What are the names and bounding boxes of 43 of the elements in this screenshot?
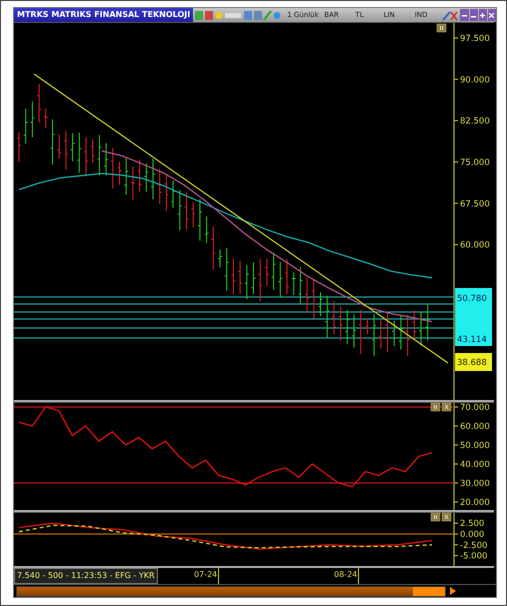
date-label: 08-24 bbox=[334, 570, 358, 579]
minimize-button[interactable] bbox=[460, 9, 469, 21]
level-label: 43.114 bbox=[457, 335, 487, 345]
date-tick bbox=[218, 568, 219, 584]
axis-label: 70.000 bbox=[460, 403, 490, 413]
axis-label: 0.000 bbox=[460, 530, 484, 540]
axis-label: 20.000 bbox=[460, 498, 490, 508]
pause-button[interactable] bbox=[430, 512, 440, 522]
axis-label: 60.000 bbox=[460, 422, 490, 432]
axis-label: 40.000 bbox=[460, 460, 490, 470]
pause-button[interactable] bbox=[430, 402, 440, 412]
pause-button[interactable] bbox=[436, 24, 446, 32]
close-icon bbox=[489, 12, 494, 18]
axis-label: 2.500 bbox=[460, 519, 484, 530]
axis-label: 82.500 bbox=[460, 116, 490, 127]
last-price-label: 38.688 bbox=[457, 358, 487, 368]
price-level-panel bbox=[455, 288, 492, 346]
close-button[interactable] bbox=[442, 512, 452, 522]
toolbar-icons-drawing[interactable] bbox=[195, 10, 284, 20]
arrow-icon[interactable] bbox=[450, 587, 456, 595]
axis-label: 60.000 bbox=[460, 240, 490, 251]
status-text: 7.540 - 500 - 11:23:53 - EFG - YKR bbox=[14, 568, 158, 584]
axis-label: 50.000 bbox=[460, 441, 490, 451]
close-button[interactable] bbox=[442, 402, 452, 412]
date-tick bbox=[358, 568, 359, 584]
axis-label: 67.500 bbox=[460, 199, 490, 210]
window-title: MTRKS MATRIKS FINANSAL TEKNOLOJI bbox=[14, 8, 194, 22]
axis-label: -2.500 bbox=[460, 540, 488, 551]
axis-label: -5.000 bbox=[460, 552, 488, 562]
date-label: 07-24 bbox=[194, 570, 218, 579]
last-price-panel bbox=[455, 353, 492, 371]
axis-label: 90.000 bbox=[460, 75, 490, 86]
scrollbar-track[interactable] bbox=[16, 586, 446, 596]
axis-label: 75.000 bbox=[460, 158, 490, 168]
minimize-icon bbox=[462, 12, 467, 18]
maximize-button[interactable] bbox=[478, 9, 487, 21]
restore-button[interactable] bbox=[470, 9, 478, 21]
axis-label: 30.000 bbox=[460, 479, 490, 489]
plus-icon bbox=[480, 12, 486, 18]
axis-label: 97.500 bbox=[460, 34, 490, 44]
close-button[interactable] bbox=[488, 9, 496, 21]
scrollbar-thumb[interactable] bbox=[413, 586, 445, 596]
level-label: 50.780 bbox=[457, 294, 487, 304]
